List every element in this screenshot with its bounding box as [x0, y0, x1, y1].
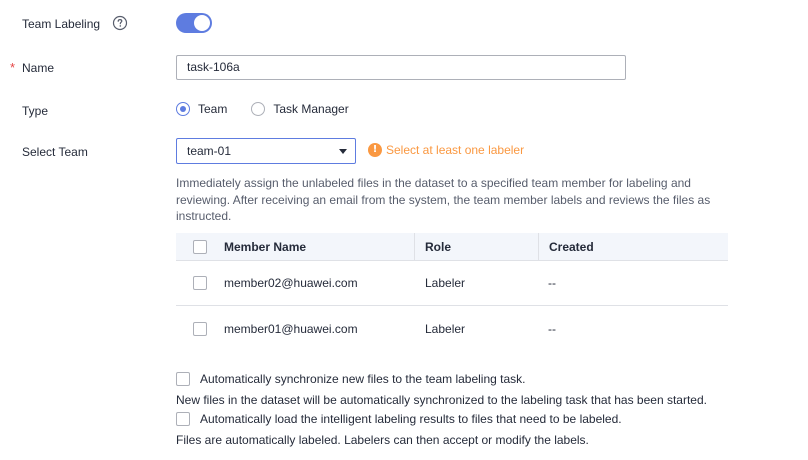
type-label: Type: [22, 104, 49, 118]
name-label: Name: [22, 61, 55, 75]
auto-sync-option[interactable]: Automatically synchronize new files to t…: [176, 372, 526, 386]
radio-unchecked-icon: [251, 102, 266, 116]
member-role: Labeler: [425, 276, 466, 290]
member-created: --: [548, 321, 556, 336]
auto-load-note: Files are automatically labeled. Labeler…: [176, 433, 589, 447]
member-name: member02@huawei.com: [224, 276, 358, 290]
auto-sync-note: New files in the dataset will be automat…: [176, 393, 707, 407]
team-select-value: team-01: [187, 144, 232, 158]
required-mark: *: [10, 60, 16, 75]
auto-sync-checkbox[interactable]: [176, 372, 190, 386]
table-row: member01@huawei.com Labeler --: [176, 306, 728, 351]
type-radio-task-manager[interactable]: Task Manager: [251, 102, 349, 116]
column-header-member-name: Member Name: [224, 239, 307, 254]
name-input[interactable]: task-106a: [176, 55, 626, 80]
auto-load-option[interactable]: Automatically load the intelligent label…: [176, 412, 622, 426]
select-all-checkbox[interactable]: [193, 239, 207, 254]
table-row: member02@huawei.com Labeler --: [176, 261, 728, 306]
auto-load-label: Automatically load the intelligent label…: [200, 412, 622, 426]
question-circle-icon[interactable]: [112, 15, 128, 31]
auto-sync-label: Automatically synchronize new files to t…: [200, 372, 526, 386]
team-select[interactable]: team-01: [176, 138, 356, 164]
toggle-knob: [194, 15, 210, 31]
member-created: --: [548, 276, 556, 290]
team-description: Immediately assign the unlabeled files i…: [176, 176, 711, 223]
type-radio-group: Team Task Manager: [176, 102, 373, 116]
team-warning: ! Select at least one labeler: [368, 143, 524, 157]
select-team-label: Select Team: [22, 145, 88, 159]
column-header-role: Role: [425, 239, 452, 254]
row-checkbox[interactable]: [193, 276, 207, 290]
row-checkbox[interactable]: [193, 321, 207, 336]
caret-down-icon: [339, 149, 347, 154]
column-header-created: Created: [549, 239, 594, 254]
team-labeling-toggle[interactable]: [176, 13, 212, 33]
warning-text: Select at least one labeler: [386, 143, 525, 157]
radio-checked-icon: [176, 102, 190, 116]
type-option-label: Task Manager: [273, 102, 349, 116]
exclamation-circle-icon: !: [368, 143, 382, 157]
auto-load-checkbox[interactable]: [176, 412, 190, 426]
type-radio-team[interactable]: Team: [176, 102, 227, 116]
member-role: Labeler: [425, 321, 466, 336]
type-option-label: Team: [198, 102, 228, 116]
team-labeling-label: Team Labeling: [22, 17, 101, 31]
table-header: Member Name Role Created: [176, 232, 728, 261]
member-name: member01@huawei.com: [224, 321, 358, 336]
members-table: Member Name Role Created member02@huawei…: [176, 232, 728, 351]
